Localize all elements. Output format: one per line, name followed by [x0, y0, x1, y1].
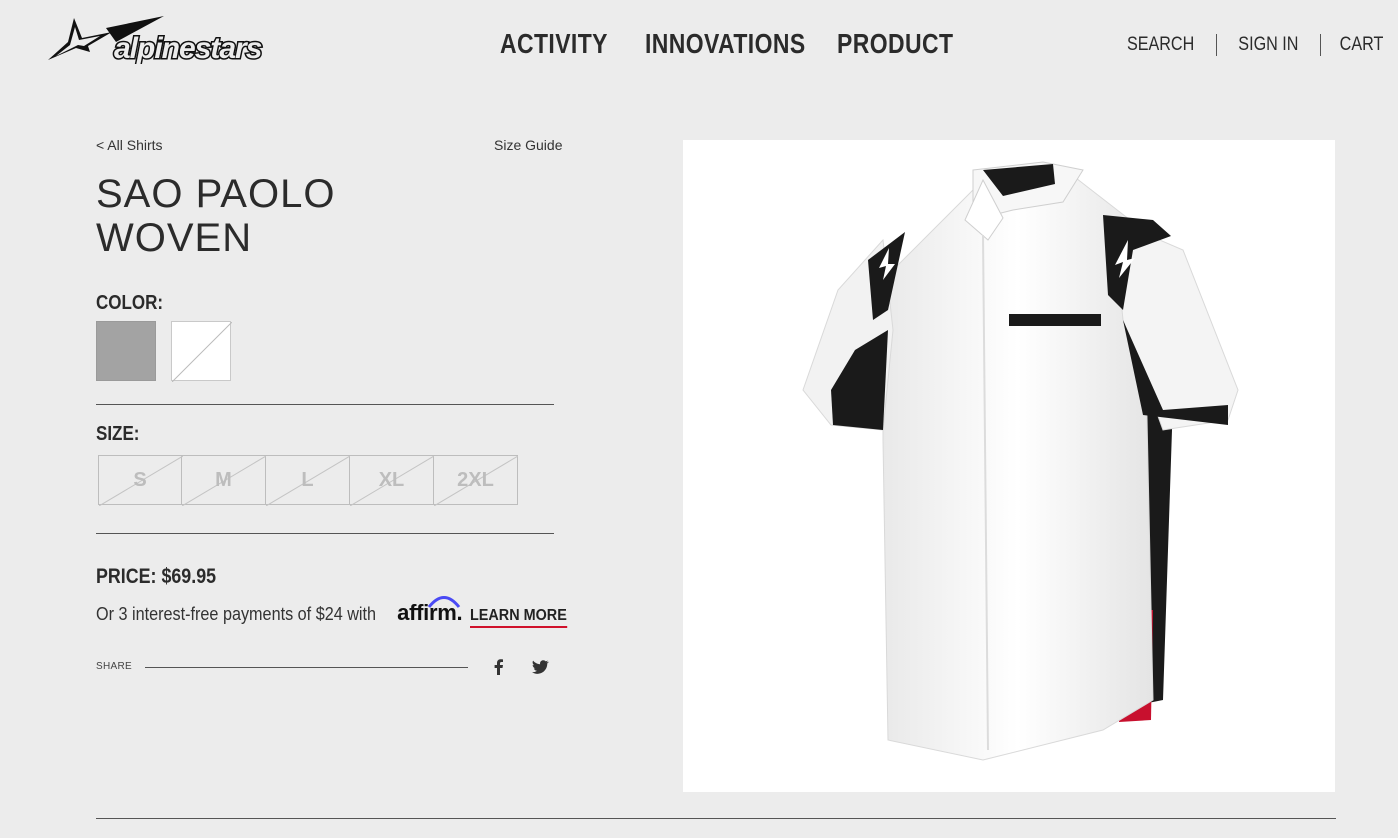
share-label: SHARE: [96, 661, 132, 672]
size-label: SIZE:: [96, 423, 140, 445]
size-option-s[interactable]: S: [98, 455, 183, 506]
breadcrumb-all-shirts[interactable]: < All Shirts: [96, 137, 163, 153]
cart-link[interactable]: CART: [1326, 34, 1383, 56]
twitter-icon[interactable]: [530, 657, 550, 677]
search-link[interactable]: SEARCH: [1113, 34, 1208, 56]
sign-in-link[interactable]: SIGN IN: [1225, 34, 1312, 56]
color-swatch-grey[interactable]: [96, 321, 156, 381]
color-label: COLOR:: [96, 292, 164, 314]
product-price: PRICE: $69.95: [96, 565, 217, 588]
divider: [96, 404, 554, 405]
size-option-2xl[interactable]: 2XL: [434, 455, 518, 506]
nav-activity[interactable]: ACTIVITY: [500, 28, 608, 60]
learn-more-link[interactable]: LEARN MORE: [470, 607, 568, 628]
title-line-2: WOVEN: [96, 216, 253, 260]
color-swatch-white[interactable]: [171, 321, 232, 382]
nav-innovations[interactable]: INNOVATIONS: [645, 28, 806, 60]
nav-product[interactable]: PRODUCT: [837, 28, 953, 60]
financing-message: Or 3 interest-free payments of $24 with …: [96, 596, 578, 628]
size-selector: S M L XL 2XL: [98, 455, 518, 506]
size-option-xl[interactable]: XL: [350, 455, 434, 506]
divider: [145, 667, 468, 668]
size-option-l[interactable]: L: [266, 455, 350, 506]
title-line-1: SAO PAOLO: [96, 172, 336, 216]
product-title: SAO PAOLO WOVEN: [96, 172, 456, 260]
unavailable-slash-icon: [172, 322, 232, 382]
size-option-m[interactable]: M: [182, 455, 266, 506]
divider: [96, 533, 554, 534]
product-image[interactable]: [683, 140, 1335, 792]
financing-text: Or 3 interest-free payments of $24 with: [96, 604, 377, 624]
facebook-icon[interactable]: [489, 657, 509, 677]
affirm-logo: affirm.: [397, 596, 463, 626]
shirt-illustration: [802, 161, 1239, 761]
utility-nav: SEARCH SIGN IN CART: [1105, 34, 1388, 56]
size-guide-link[interactable]: Size Guide: [494, 137, 562, 153]
divider: [1215, 34, 1217, 56]
divider: [1319, 34, 1321, 56]
divider: [96, 818, 1336, 819]
